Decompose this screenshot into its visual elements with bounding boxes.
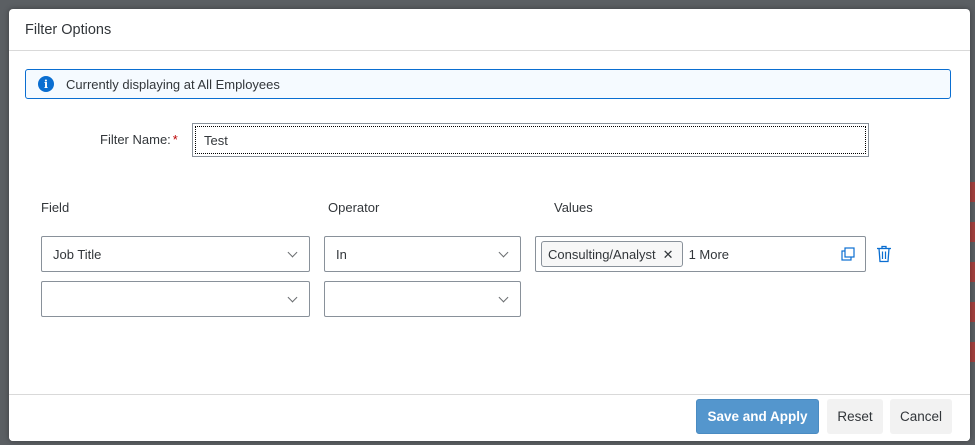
filter-options-dialog: Filter Options i Currently displaying at… <box>9 9 970 441</box>
operator-select-value: In <box>336 246 347 262</box>
info-message-strip: i Currently displaying at All Employees <box>25 69 951 99</box>
operator-select-row-1[interactable]: In <box>324 236 521 272</box>
chevron-down-icon[interactable] <box>498 247 509 257</box>
chevron-down-icon[interactable] <box>287 247 298 257</box>
dialog-title: Filter Options <box>25 21 112 38</box>
trash-icon[interactable] <box>876 245 892 263</box>
field-select-row-1[interactable]: Job Title <box>41 236 310 272</box>
chevron-down-icon[interactable] <box>498 292 509 302</box>
close-icon[interactable]: ✕ <box>663 248 674 261</box>
dialog-header: Filter Options <box>9 9 970 51</box>
values-column-header: Values <box>554 200 593 215</box>
required-marker: * <box>172 132 178 147</box>
chevron-down-icon[interactable] <box>287 292 298 302</box>
filter-name-value: Test <box>204 132 228 148</box>
value-help-icon[interactable] <box>841 247 855 261</box>
field-select-value: Job Title <box>53 246 102 262</box>
filter-name-label-text: Filter Name: <box>100 132 171 147</box>
value-token[interactable]: Consulting/Analyst ✕ <box>541 241 683 267</box>
info-message-text: Currently displaying at All Employees <box>66 76 280 92</box>
cancel-button[interactable]: Cancel <box>890 399 952 434</box>
field-select-row-2[interactable] <box>41 281 310 317</box>
more-tokens-link[interactable]: 1 More <box>689 247 729 262</box>
value-token-text: Consulting/Analyst <box>548 246 656 262</box>
info-icon: i <box>38 76 54 92</box>
reset-button[interactable]: Reset <box>827 399 883 434</box>
field-column-header: Field <box>41 200 70 215</box>
operator-select-row-2[interactable] <box>324 281 521 317</box>
operator-column-header: Operator <box>328 200 380 215</box>
dialog-footer: Save and Apply Reset Cancel <box>9 394 970 441</box>
values-multi-input-row-1[interactable]: Consulting/Analyst ✕ 1 More <box>535 236 866 272</box>
filter-name-label: Filter Name: * <box>100 132 178 147</box>
filter-name-input[interactable]: Test <box>192 123 869 157</box>
save-and-apply-button[interactable]: Save and Apply <box>696 399 819 434</box>
